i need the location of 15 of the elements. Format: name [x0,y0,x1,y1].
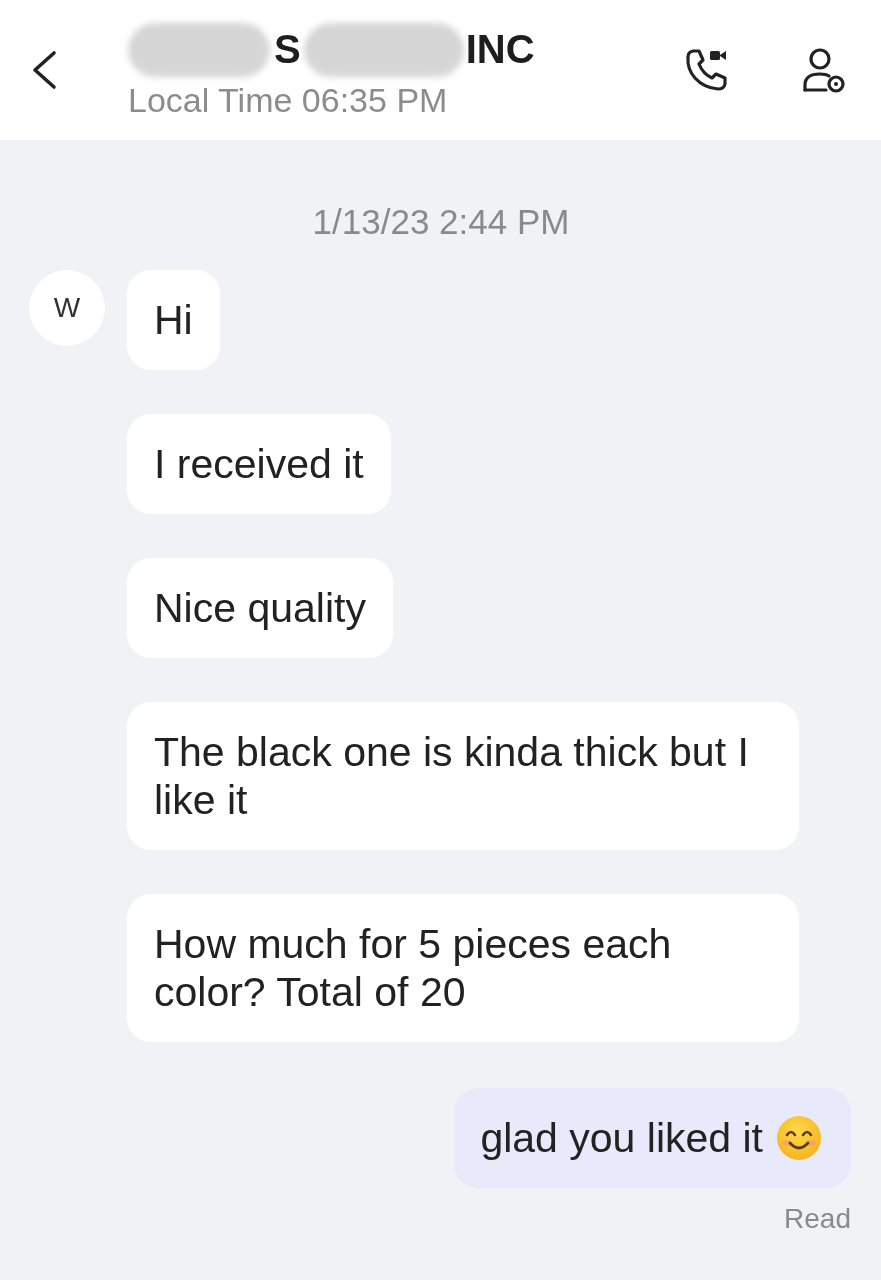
read-receipt: Read [784,1203,851,1235]
avatar[interactable]: W [29,270,105,346]
message-bubble: How much for 5 pieces each color? Total of 20 [127,894,799,1042]
local-time-text: Local Time 06:35 PM [128,80,448,120]
message-bubble: Nice quality [127,558,393,658]
message-bubble: I received it [127,414,391,514]
message-bubble: Hi [127,270,220,370]
timestamp-text: 1/13/23 2:44 PM [312,204,570,240]
message-text: glad you liked it [480,1114,763,1162]
phone-camera-icon[interactable] [684,47,730,93]
contact-name-fragment: INC [465,27,535,72]
back-button[interactable] [30,50,58,90]
person-gear-icon[interactable] [802,47,846,93]
message-bubble: The black one is kinda thick but I like it [127,702,799,850]
contact-name-fragment: S [274,27,301,72]
